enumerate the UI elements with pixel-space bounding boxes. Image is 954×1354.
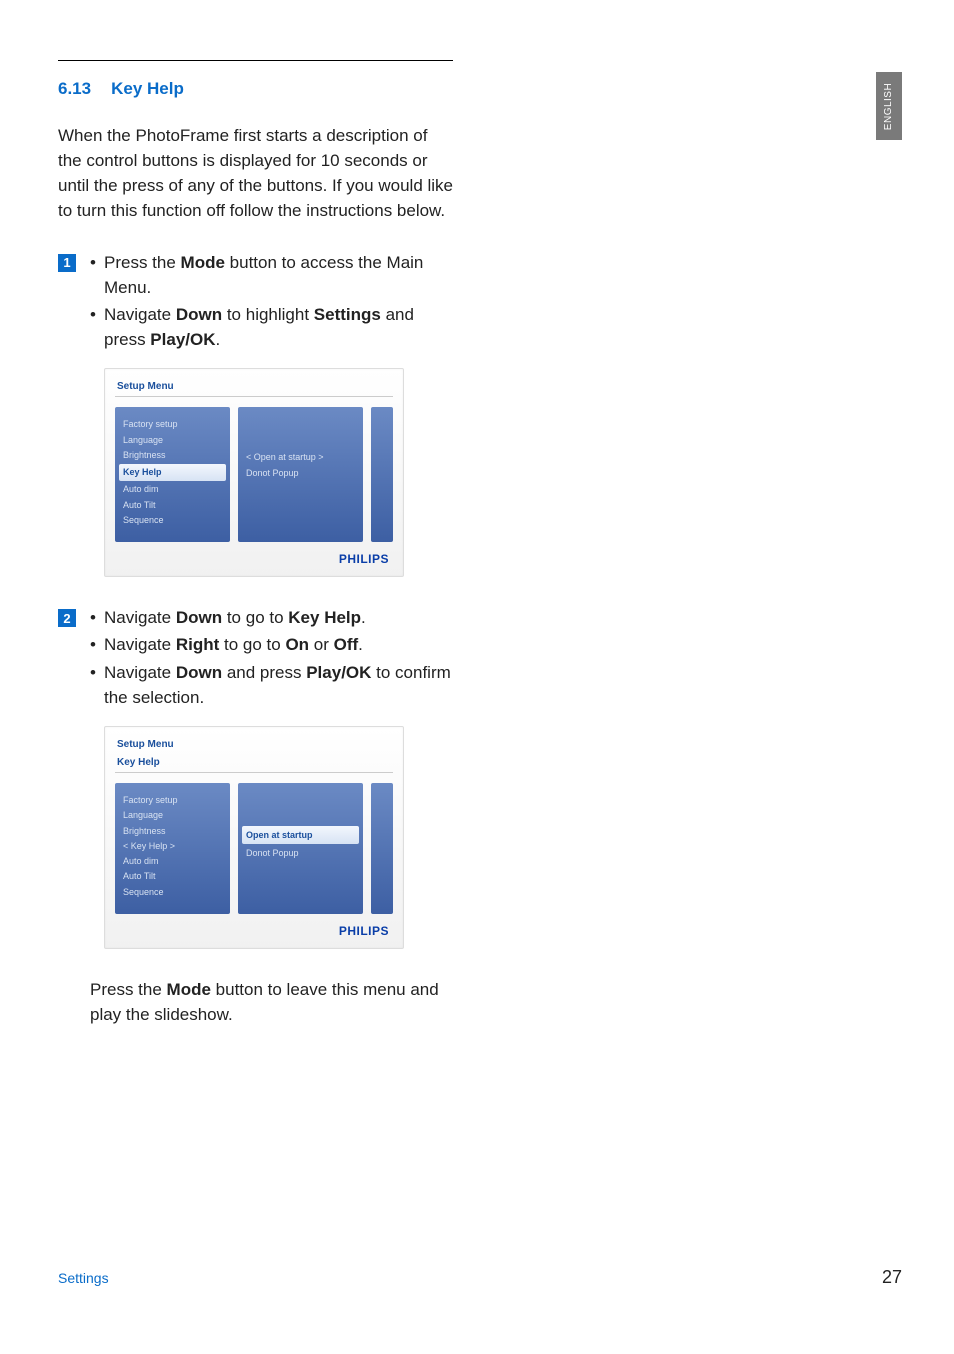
language-tab: ENGLISH bbox=[876, 72, 902, 140]
device1-options: < Open at startup > Donot Popup bbox=[238, 407, 363, 542]
page-footer: Settings 27 bbox=[58, 1267, 902, 1288]
step-2-bullet-1: Navigate Down to go to Key Help. bbox=[90, 605, 453, 630]
menu-item-selected: Key Help bbox=[119, 464, 226, 481]
menu-item: Sequence bbox=[123, 885, 222, 900]
device2-menu: Factory setup Language Brightness < Key … bbox=[115, 783, 230, 914]
menu-item: Factory setup bbox=[123, 417, 222, 432]
device-screenshot-1: Setup Menu Factory setup Language Bright… bbox=[104, 368, 404, 577]
device2-options: Open at startup Donot Popup bbox=[238, 783, 363, 914]
option-item: < Open at startup > bbox=[246, 449, 355, 465]
step-2-bullet-2: Navigate Right to go to On or Off. bbox=[90, 632, 453, 657]
device1-title: Setup Menu bbox=[105, 369, 403, 396]
menu-item: Brightness bbox=[123, 824, 222, 839]
device2-subtitle: Key Help bbox=[105, 754, 403, 774]
menu-item: Language bbox=[123, 433, 222, 448]
menu-item: Auto Tilt bbox=[123, 869, 222, 884]
option-item-selected: Open at startup bbox=[242, 826, 359, 844]
step-2: 2 Navigate Down to go to Key Help. Navig… bbox=[58, 605, 453, 712]
step-1-badge: 1 bbox=[58, 254, 76, 272]
device2-title: Setup Menu bbox=[105, 727, 403, 754]
menu-item: Sequence bbox=[123, 513, 222, 528]
brand-logo: PHILIPS bbox=[105, 542, 403, 566]
outro-note: Press the Mode button to leave this menu… bbox=[90, 977, 453, 1027]
device1-menu: Factory setup Language Brightness Key He… bbox=[115, 407, 230, 542]
section-number: 6.13 bbox=[58, 79, 91, 99]
intro-paragraph: When the PhotoFrame first starts a descr… bbox=[58, 123, 453, 224]
section-rule bbox=[58, 60, 453, 61]
brand-logo: PHILIPS bbox=[105, 914, 403, 938]
option-item: Donot Popup bbox=[246, 465, 355, 481]
device-screenshot-2: Setup Menu Key Help Factory setup Langua… bbox=[104, 726, 404, 949]
language-tab-label: ENGLISH bbox=[884, 82, 895, 129]
footer-page-number: 27 bbox=[882, 1267, 902, 1288]
menu-item: Factory setup bbox=[123, 793, 222, 808]
menu-item: Brightness bbox=[123, 448, 222, 463]
menu-item: < Key Help > bbox=[123, 839, 222, 854]
menu-item: Auto Tilt bbox=[123, 498, 222, 513]
step-1-bullet-1: Press the Mode button to access the Main… bbox=[90, 250, 453, 300]
step-2-bullet-3: Navigate Down and press Play/OK to confi… bbox=[90, 660, 453, 710]
step-2-badge: 2 bbox=[58, 609, 76, 627]
section-heading: 6.13 Key Help bbox=[58, 79, 453, 99]
footer-section: Settings bbox=[58, 1270, 109, 1286]
option-item: Donot Popup bbox=[246, 845, 355, 861]
step-1: 1 Press the Mode button to access the Ma… bbox=[58, 250, 453, 355]
menu-item: Auto dim bbox=[123, 854, 222, 869]
menu-item: Auto dim bbox=[123, 482, 222, 497]
section-title: Key Help bbox=[111, 79, 184, 99]
step-1-bullet-2: Navigate Down to highlight Settings and … bbox=[90, 302, 453, 352]
menu-item: Language bbox=[123, 808, 222, 823]
